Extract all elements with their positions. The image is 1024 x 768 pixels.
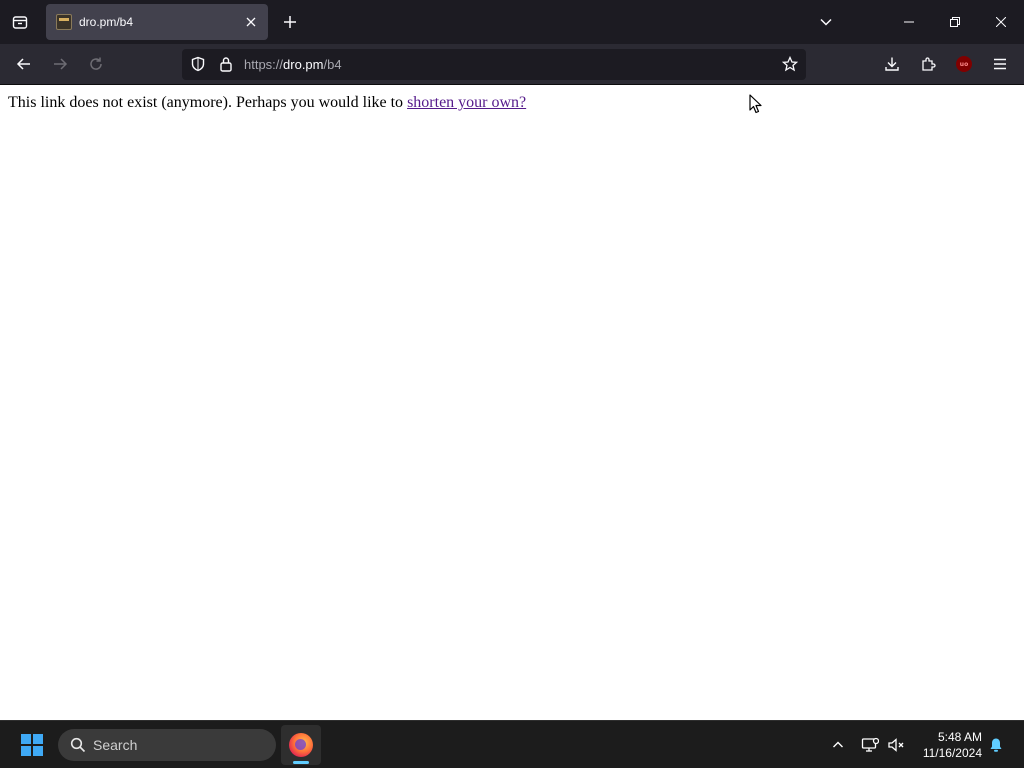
page-content: This link does not exist (anymore). Perh… <box>0 86 1024 720</box>
error-message-text: This link does not exist (anymore). Perh… <box>8 94 408 111</box>
downloads-button[interactable] <box>876 48 908 80</box>
search-icon <box>66 733 90 757</box>
url-bar[interactable]: https://dro.pm/b4 <box>182 49 806 80</box>
windows-logo-icon <box>21 734 43 756</box>
tab-close-button[interactable] <box>242 13 260 31</box>
clock-time: 5:48 AM <box>937 730 982 744</box>
arrow-left-icon <box>16 58 30 70</box>
nav-bar: https://dro.pm/b4 uo <box>0 44 1024 85</box>
puzzle-icon <box>922 57 936 71</box>
close-icon <box>246 17 256 27</box>
tracking-protection-button[interactable] <box>186 52 210 76</box>
firefox-view-button[interactable] <box>4 6 36 38</box>
chevron-down-icon <box>820 18 832 26</box>
close-icon <box>996 17 1006 27</box>
url-path: /b4 <box>323 57 342 72</box>
firefox-view-icon <box>12 16 28 29</box>
start-button[interactable] <box>14 729 50 761</box>
network-status-button[interactable] <box>858 733 882 757</box>
mouse-pointer-icon <box>749 94 762 114</box>
minimize-icon <box>904 21 914 23</box>
list-all-tabs-button[interactable] <box>810 6 842 38</box>
notifications-button[interactable] <box>984 733 1008 757</box>
tab-active[interactable]: dro.pm/b4 <box>46 4 268 40</box>
tab-title: dro.pm/b4 <box>79 15 134 29</box>
url-scheme: https:// <box>244 57 284 72</box>
plus-icon <box>284 16 296 28</box>
ublock-origin-button[interactable]: uo <box>948 48 980 80</box>
volume-button[interactable] <box>884 733 908 757</box>
running-app-indicator <box>293 761 309 764</box>
taskbar-search[interactable]: Search <box>58 729 276 761</box>
url-text[interactable]: https://dro.pm/b4 <box>244 57 342 72</box>
forward-button[interactable] <box>44 48 76 80</box>
system-clock[interactable]: 5:48 AM 11/16/2024 <box>912 729 982 761</box>
tab-strip: dro.pm/b4 <box>0 0 1024 44</box>
ublock-origin-icon: uo <box>956 56 972 72</box>
arrow-right-icon <box>54 58 68 70</box>
window-restore-button[interactable] <box>932 0 978 44</box>
new-tab-button[interactable] <box>274 6 306 38</box>
reload-button[interactable] <box>80 48 112 80</box>
url-host: dro.pm <box>283 57 324 72</box>
site-favicon-icon <box>56 14 72 30</box>
lock-icon <box>220 57 232 72</box>
chevron-up-icon <box>833 741 843 748</box>
show-hidden-icons-button[interactable] <box>826 733 850 757</box>
firefox-icon <box>289 733 313 757</box>
firefox-taskbar-button[interactable] <box>281 725 321 765</box>
shorten-link[interactable]: shorten your own? <box>407 94 526 111</box>
app-menu-button[interactable] <box>984 48 1016 80</box>
restore-icon <box>950 17 960 27</box>
taskbar: Search 5:48 AM 11/16/2024 <box>0 720 1024 768</box>
download-icon <box>885 57 899 71</box>
error-message: This link does not exist (anymore). Perh… <box>8 94 526 112</box>
window-close-button[interactable] <box>978 0 1024 44</box>
speaker-muted-icon <box>888 738 904 752</box>
network-icon <box>861 737 879 752</box>
bell-icon <box>990 738 1002 752</box>
site-info-button[interactable] <box>214 52 238 76</box>
shield-icon <box>191 56 205 72</box>
bookmark-button[interactable] <box>778 52 802 76</box>
star-icon <box>782 56 798 72</box>
reload-icon <box>90 57 102 70</box>
back-button[interactable] <box>8 48 40 80</box>
clock-date: 11/16/2024 <box>922 746 982 760</box>
window-minimize-button[interactable] <box>886 0 932 44</box>
extensions-button[interactable] <box>912 48 944 80</box>
search-label: Search <box>93 737 138 753</box>
hamburger-icon <box>994 58 1006 70</box>
